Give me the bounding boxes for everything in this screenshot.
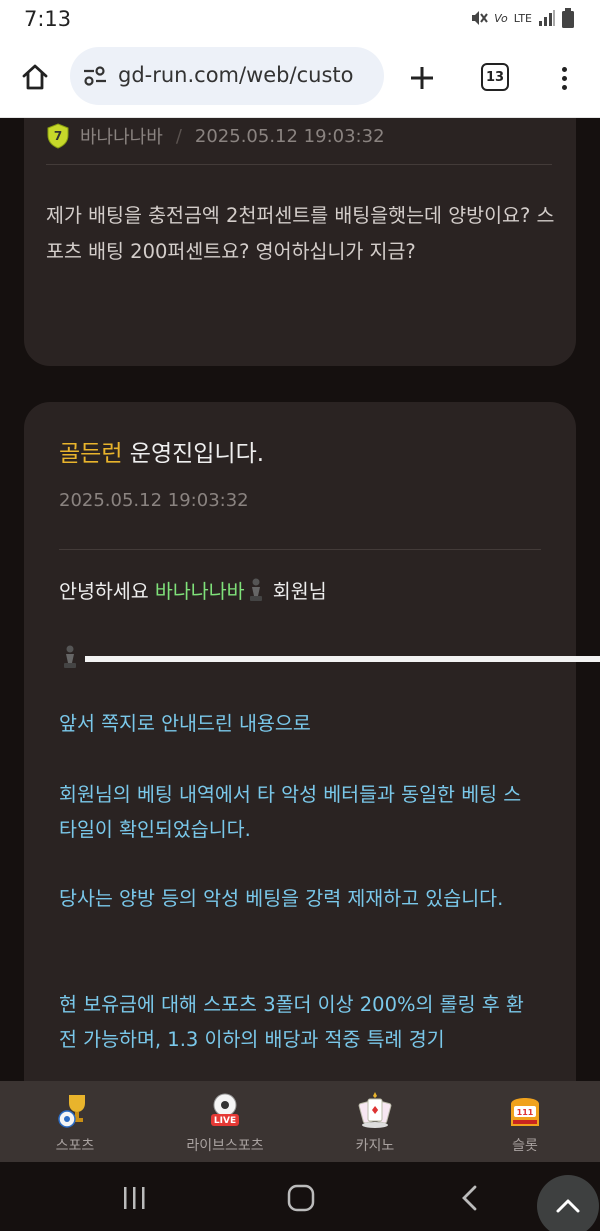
recent-apps-button[interactable] <box>118 1182 150 1214</box>
greeting-suffix: 회원님 <box>266 580 327 603</box>
question-body: 제가 배팅을 충전금엑 2천퍼센트를 배팅을햇는데 양방이요? 스포츠 배팅 2… <box>46 204 555 263</box>
battery-icon <box>562 8 574 28</box>
back-icon <box>462 1185 477 1211</box>
greeting-prefix: 안녕하세요 <box>59 580 155 603</box>
svg-text:7: 7 <box>54 129 62 143</box>
svg-text:LIVE: LIVE <box>214 1116 236 1126</box>
network-type: LTE <box>513 11 532 25</box>
question-meta: 7 바나나나바 / 2025.05.12 19:03:32 <box>46 123 385 149</box>
menu-dot-icon <box>561 84 567 90</box>
casino-cards-icon: ♦ <box>355 1090 395 1130</box>
svg-text:111: 111 <box>517 1108 534 1117</box>
signal-icon <box>539 10 555 26</box>
nav-label: 라이브스포츠 <box>186 1138 264 1154</box>
question-card: 7 바나나나바 / 2025.05.12 19:03:32 제가 배팅을 충전금… <box>24 118 576 366</box>
answer-greeting: 안녕하세요 바나나나바 회원님 <box>59 575 327 604</box>
volte-icon: Vo <box>494 11 508 25</box>
horizontal-rule <box>85 656 600 662</box>
menu-dot-icon <box>561 75 567 81</box>
divider <box>46 164 552 165</box>
system-home-button[interactable] <box>285 1182 317 1214</box>
menu-dot-icon <box>561 66 567 72</box>
nav-label: 스포츠 <box>55 1138 95 1154</box>
status-bar: 7:13 Vo LTE <box>0 0 600 38</box>
home-button[interactable] <box>14 56 56 98</box>
divider <box>59 549 541 550</box>
nav-label: 카지노 <box>355 1138 395 1154</box>
url-text: gd-run.com/web/custo <box>118 63 354 87</box>
site-settings-icon[interactable] <box>82 64 108 88</box>
status-icons: Vo LTE <box>468 8 574 28</box>
recent-apps-icon <box>124 1187 145 1209</box>
plus-icon <box>411 67 433 89</box>
new-tab-button[interactable] <box>404 60 440 96</box>
answer-title-rest: 운영진입니다. <box>122 441 265 467</box>
scroll-to-top-button[interactable] <box>537 1175 599 1231</box>
system-home-icon <box>287 1184 315 1212</box>
answer-paragraph: 현 보유금에 대해 스포츠 3폴더 이상 200%의 롤링 후 환전 가능하며,… <box>59 993 524 1051</box>
browser-toolbar: gd-run.com/web/custo 13 <box>0 38 600 118</box>
page-content: 7 바나나나바 / 2025.05.12 19:03:32 제가 배팅을 충전금… <box>0 118 600 1081</box>
address-bar[interactable]: gd-run.com/web/custo <box>70 47 384 105</box>
answer-card: 골든런 운영진입니다. 2025.05.12 19:03:32 안녕하세요 바나… <box>24 402 600 1081</box>
chevron-up-icon <box>556 1199 580 1213</box>
answer-paragraph: 당사는 양방 등의 악성 베팅을 강력 제재하고 있습니다. <box>59 887 504 910</box>
tab-switcher-button[interactable]: 13 <box>481 63 509 91</box>
brand-name: 골든런 <box>59 441 123 467</box>
nav-label: 슬롯 <box>512 1138 538 1154</box>
back-button[interactable] <box>454 1182 486 1214</box>
answer-datetime: 2025.05.12 19:03:32 <box>59 490 249 511</box>
separator-line-row <box>59 644 600 670</box>
meta-separator: / <box>175 125 182 147</box>
nav-item-slots[interactable]: 111 슬롯 <box>450 1081 600 1162</box>
bottom-nav: 스포츠 LIVE 라이브스포츠 ♦ 카지노 111 슬롯 <box>0 1081 600 1162</box>
greeting-name: 바나나나바 <box>154 580 245 603</box>
sports-trophy-icon <box>55 1090 95 1130</box>
svg-text:♦: ♦ <box>370 1104 380 1117</box>
home-icon <box>22 64 48 90</box>
answer-title: 골든런 운영진입니다. <box>59 434 264 468</box>
question-username: 바나나나바 <box>80 127 163 148</box>
mute-icon <box>472 11 488 25</box>
chess-piece-icon <box>249 578 262 601</box>
slot-machine-icon: 111 <box>505 1090 545 1130</box>
level-shield-icon: 7 <box>47 123 69 149</box>
live-ball-icon: LIVE <box>205 1090 245 1130</box>
system-nav-bar <box>0 1162 600 1231</box>
nav-item-live-sports[interactable]: LIVE 라이브스포츠 <box>150 1081 300 1162</box>
nav-item-sports[interactable]: 스포츠 <box>0 1081 150 1162</box>
chess-piece-icon <box>64 645 76 668</box>
question-datetime: 2025.05.12 19:03:32 <box>194 125 385 147</box>
more-menu-button[interactable] <box>552 60 576 96</box>
answer-paragraph: 회원님의 베팅 내역에서 타 악성 베터들과 동일한 베팅 스타일이 확인되었습… <box>59 783 522 841</box>
answer-paragraph: 앞서 쪽지로 안내드린 내용으로 <box>59 712 311 735</box>
nav-item-casino[interactable]: ♦ 카지노 <box>300 1081 450 1162</box>
status-time: 7:13 <box>24 7 72 31</box>
